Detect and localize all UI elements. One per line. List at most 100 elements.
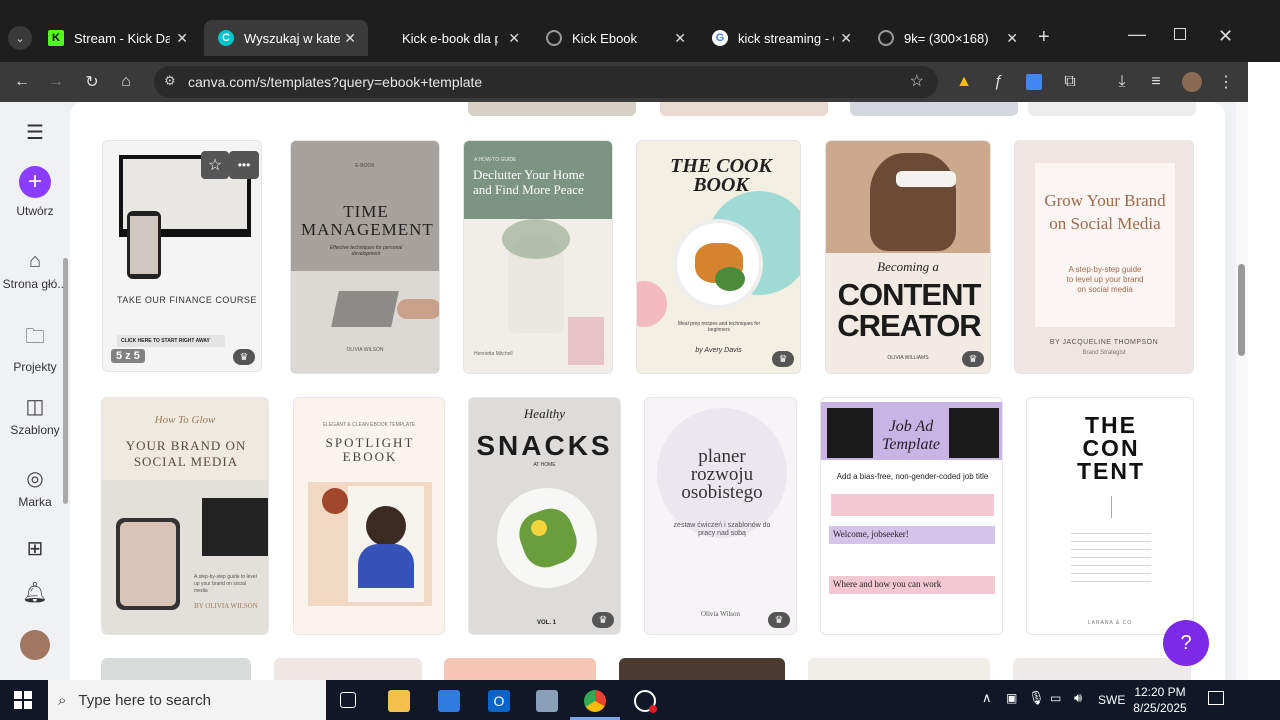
create-button[interactable]: + Utwórz	[0, 166, 70, 218]
google-drive-icon[interactable]: ▲	[952, 70, 976, 94]
template-card-healthy-snacks[interactable]: Healthy SNACKS AT HOME VOL. 1 ♛	[468, 397, 621, 635]
divider-line	[1111, 496, 1112, 518]
user-avatar[interactable]	[20, 630, 50, 660]
card-sliver	[1028, 102, 1196, 116]
scrollbar-thumb[interactable]	[1238, 264, 1245, 356]
extensions-icon[interactable]: ⧉	[1058, 70, 1082, 94]
tab-kick-streaming-google[interactable]: G kick streaming - G ✕	[698, 20, 864, 56]
template-card-time-management[interactable]: E-BOOK TIME MANAGEMENT Effective techniq…	[290, 140, 440, 374]
restore-icon[interactable]	[1174, 28, 1186, 40]
template-kicker: How To Glow	[154, 414, 216, 426]
profile-avatar[interactable]	[1180, 70, 1204, 94]
system-clock[interactable]: 12:20 PM 8/25/2025	[1130, 684, 1190, 716]
microsoft-store-icon[interactable]	[438, 690, 460, 712]
tab-kick-ebook-pl[interactable]: Kick e-book dla p ✕	[372, 20, 532, 56]
template-card-planer-rozwoju[interactable]: planer rozwoju osobistego zestaw ćwiczeń…	[644, 397, 797, 635]
template-card-declutter[interactable]: A HOW-TO GUIDE Declutter Your Home and F…	[463, 140, 613, 374]
taskbar-search-box[interactable]: ⌕ Type here to search	[48, 680, 326, 720]
microphone-icon[interactable]: 🎙︎	[1028, 690, 1045, 706]
card-partial[interactable]	[619, 658, 785, 680]
hamburger-menu-icon[interactable]: ☰	[0, 120, 70, 145]
meet-now-icon[interactable]: ▣	[1006, 691, 1017, 705]
sidebar-item-home[interactable]: ⌂ Strona głó...	[0, 250, 70, 291]
sidebar-item-projects[interactable]: 🗀 Projekty	[0, 322, 70, 374]
tab-canva-search[interactable]: C Wyszukaj w kateg ✕	[204, 20, 368, 56]
close-tab-icon[interactable]: ✕	[508, 30, 520, 47]
sidebar-item-templates[interactable]: ◫ Szablony	[0, 394, 70, 437]
forward-icon[interactable]: →	[44, 70, 68, 94]
card-partial[interactable]	[444, 658, 596, 680]
notification-center-icon[interactable]	[1208, 691, 1224, 705]
logo-badge	[322, 488, 348, 514]
new-tab-icon[interactable]: +	[1038, 26, 1050, 49]
card-partial[interactable]	[274, 658, 422, 680]
bookmark-star-icon[interactable]: ☆	[910, 71, 924, 91]
creator-photo	[826, 141, 990, 253]
template-card-how-to-glow[interactable]: How To Glow YOUR BRAND ON SOCIAL MEDIA A…	[101, 397, 269, 635]
tab-image-9k[interactable]: 9k= (300×168) ✕	[864, 20, 1030, 56]
page-scrollbar[interactable]	[1236, 102, 1248, 680]
template-kicker: Becoming a	[877, 259, 939, 274]
premium-crown-icon: ♛	[768, 612, 790, 628]
back-icon[interactable]: ←	[10, 70, 34, 94]
favorite-star-icon[interactable]: ☆	[201, 151, 229, 179]
template-card-finance-course[interactable]: ☆ ••• TAKE OUR FINANCE COURSE CLICK HERE…	[102, 140, 262, 372]
premium-crown-icon: ♛	[233, 349, 255, 365]
template-card-content-creator[interactable]: Becoming a CONTENT CREATOR OLIVIA WILLIA…	[825, 140, 991, 374]
template-card-cook-book[interactable]: THE COOK BOOK Meal prep recipes and tech…	[636, 140, 801, 374]
close-tab-icon[interactable]: ✕	[176, 30, 188, 47]
close-tab-icon[interactable]: ✕	[840, 30, 852, 47]
phone-photo	[116, 518, 180, 610]
close-tab-icon[interactable]: ✕	[344, 30, 356, 47]
close-window-icon[interactable]: ✕	[1218, 26, 1233, 47]
template-title: planer rozwoju osobistego	[681, 446, 763, 503]
downloads-icon[interactable]: ⤓	[1110, 70, 1134, 94]
show-hidden-icons[interactable]: ∧	[982, 690, 992, 706]
template-author: Henrietta Mitchell	[474, 351, 513, 357]
media-controls-icon[interactable]: ≡	[1144, 70, 1168, 94]
file-explorer-icon[interactable]	[388, 690, 410, 712]
template-card-the-content[interactable]: THE CON TENT LARANA & CO	[1026, 397, 1194, 635]
template-card-spotlight-ebook[interactable]: ELEGANT & CLEAN EBOOK TEMPLATE SPOTLIGHT…	[293, 397, 445, 635]
apps-icon[interactable]: ⊞	[0, 536, 70, 561]
input-language[interactable]: SWE	[1098, 693, 1125, 707]
card-partial[interactable]	[808, 658, 990, 680]
translate-extension-icon[interactable]	[1022, 70, 1046, 94]
tab-search-button[interactable]: ⌄	[8, 26, 32, 50]
template-card-grow-your-brand[interactable]: Grow Your Brand on Social Media A step-b…	[1014, 140, 1194, 374]
card-partial[interactable]	[1013, 658, 1191, 680]
help-button[interactable]: ?	[1163, 620, 1209, 666]
sidebar-item-brand[interactable]: ◎ Marka	[0, 466, 70, 509]
address-bar[interactable]: ⚙ canva.com/s/templates?query=ebook+temp…	[154, 66, 938, 98]
notifications-bell-icon[interactable]: 🔔︎	[0, 580, 70, 605]
sidebar-scrollbar[interactable]	[63, 258, 68, 504]
site-info-icon[interactable]: ⚙	[164, 73, 176, 89]
outlook-icon[interactable]: O	[488, 690, 510, 712]
kick-icon: K	[48, 30, 64, 46]
battery-icon[interactable]: ▭	[1050, 691, 1061, 705]
recording-app-icon[interactable]	[634, 690, 657, 713]
globe-icon	[878, 30, 894, 46]
close-tab-icon[interactable]: ✕	[1006, 30, 1018, 47]
tab-kick-ebook[interactable]: Kick Ebook ✕	[532, 20, 698, 56]
windows-start-icon[interactable]	[14, 691, 32, 709]
home-icon[interactable]: ⌂	[114, 70, 138, 94]
tab-kick-dashboard[interactable]: K Stream - Kick Dash ✕	[34, 20, 200, 56]
card-partial[interactable]	[101, 658, 251, 680]
formula-extension-icon[interactable]: ƒ	[986, 70, 1010, 94]
browser-menu-icon[interactable]: ⋮	[1214, 70, 1238, 94]
reload-icon[interactable]: ↻	[80, 70, 104, 94]
minimize-icon[interactable]: —	[1128, 24, 1146, 45]
table-of-contents-lines	[1071, 528, 1151, 588]
laptop-image	[291, 271, 439, 373]
volume-icon[interactable]: 🔊︎	[1074, 690, 1082, 706]
chrome-icon[interactable]	[584, 690, 606, 712]
globe-icon	[546, 30, 562, 46]
task-view-icon[interactable]	[340, 692, 356, 708]
app-window-icon[interactable]	[536, 690, 558, 712]
url-text[interactable]: canva.com/s/templates?query=ebook+templa…	[188, 74, 482, 90]
canva-icon: C	[218, 30, 234, 46]
more-options-icon[interactable]: •••	[229, 151, 259, 179]
template-card-job-ad[interactable]: Job Ad Template Add a bias-free, non-gen…	[820, 397, 1003, 635]
close-tab-icon[interactable]: ✕	[674, 30, 686, 47]
